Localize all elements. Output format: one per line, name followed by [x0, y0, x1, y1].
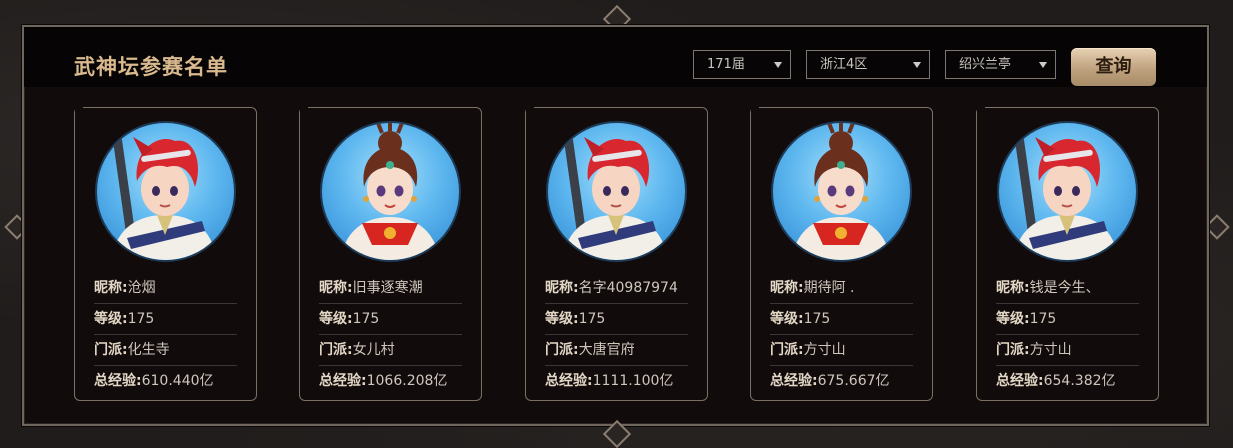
- nickname-row: 昵称:钱是今生、: [996, 273, 1139, 304]
- red-haired-boy-icon: [111, 129, 217, 260]
- server-select-value: 浙江4区: [820, 57, 868, 72]
- session-select[interactable]: 171届: [693, 50, 791, 79]
- sect-row: 门派:女儿村: [319, 335, 462, 366]
- server-select[interactable]: 浙江4区: [806, 50, 930, 79]
- player-card: 昵称:旧事逐寒潮 等级:175 门派:女儿村 总经验:1066.208亿: [299, 107, 482, 401]
- sect-label: 门派:: [770, 342, 804, 358]
- sect-label: 门派:: [94, 342, 128, 358]
- exp-label: 总经验:: [94, 373, 142, 389]
- nickname-value: 名字40987974: [578, 280, 678, 296]
- chevron-down-icon: [1039, 62, 1047, 68]
- player-avatar: [95, 121, 236, 262]
- level-value: 175: [1029, 311, 1057, 327]
- roster-panel: 武神坛参赛名单 171届 浙江4区 绍兴兰亭 查询 昵称:沧烟 等级:175 门…: [22, 25, 1209, 426]
- nickname-value: 沧烟: [127, 280, 156, 296]
- sect-value: 方寸山: [803, 342, 846, 358]
- player-card: 昵称:沧烟 等级:175 门派:化生寺 总经验:610.440亿: [74, 107, 257, 401]
- nickname-row: 昵称:沧烟: [94, 273, 237, 304]
- girl-with-bun-icon: [791, 123, 891, 260]
- query-button[interactable]: 查询: [1071, 48, 1156, 86]
- level-label: 等级:: [770, 311, 804, 327]
- sect-value: 方寸山: [1029, 342, 1072, 358]
- chevron-down-icon: [774, 62, 782, 68]
- nickname-label: 昵称:: [94, 280, 128, 296]
- subserver-select-value: 绍兴兰亭: [959, 57, 1012, 72]
- player-card: 昵称:期待阿 . 等级:175 门派:方寸山 总经验:675.667亿: [750, 107, 933, 401]
- sect-row: 门派:方寸山: [770, 335, 913, 366]
- exp-row: 总经验:610.440亿: [94, 366, 237, 397]
- sect-value: 女儿村: [352, 342, 395, 358]
- nickname-value: 旧事逐寒潮: [352, 280, 423, 296]
- exp-value: 1066.208亿: [366, 373, 448, 389]
- exp-row: 总经验:1066.208亿: [319, 366, 462, 397]
- exp-label: 总经验:: [996, 373, 1044, 389]
- chevron-down-icon: [913, 62, 921, 68]
- level-row: 等级:175: [319, 304, 462, 335]
- sect-row: 门派:方寸山: [996, 335, 1139, 366]
- nickname-value: 期待阿 .: [803, 280, 855, 296]
- exp-label: 总经验:: [770, 373, 818, 389]
- level-row: 等级:175: [770, 304, 913, 335]
- exp-row: 总经验:675.667亿: [770, 366, 913, 397]
- nickname-row: 昵称:名字40987974: [545, 273, 688, 304]
- level-label: 等级:: [545, 311, 579, 327]
- player-avatar: [771, 121, 912, 262]
- player-avatar: [997, 121, 1138, 262]
- exp-row: 总经验:1111.100亿: [545, 366, 688, 397]
- level-label: 等级:: [319, 311, 353, 327]
- level-value: 175: [127, 311, 155, 327]
- exp-row: 总经验:654.382亿: [996, 366, 1139, 397]
- nickname-label: 昵称:: [319, 280, 353, 296]
- sect-value: 化生寺: [127, 342, 170, 358]
- session-select-value: 171届: [707, 57, 745, 72]
- nickname-row: 昵称:期待阿 .: [770, 273, 913, 304]
- level-row: 等级:175: [94, 304, 237, 335]
- sect-label: 门派:: [545, 342, 579, 358]
- exp-label: 总经验:: [319, 373, 367, 389]
- subserver-select[interactable]: 绍兴兰亭: [945, 50, 1056, 79]
- page-title: 武神坛参赛名单: [74, 55, 228, 79]
- nickname-row: 昵称:旧事逐寒潮: [319, 273, 462, 304]
- level-label: 等级:: [94, 311, 128, 327]
- exp-label: 总经验:: [545, 373, 593, 389]
- player-card: 昵称:名字40987974 等级:175 门派:大唐官府 总经验:1111.10…: [525, 107, 708, 401]
- player-card: 昵称:钱是今生、 等级:175 门派:方寸山 总经验:654.382亿: [976, 107, 1159, 401]
- level-row: 等级:175: [996, 304, 1139, 335]
- sect-value: 大唐官府: [578, 342, 635, 358]
- player-avatar: [546, 121, 687, 262]
- level-row: 等级:175: [545, 304, 688, 335]
- exp-value: 610.440亿: [141, 373, 214, 389]
- red-haired-boy-icon: [1013, 129, 1119, 260]
- exp-value: 654.382亿: [1043, 373, 1116, 389]
- level-value: 175: [352, 311, 380, 327]
- panel-header: 武神坛参赛名单 171届 浙江4区 绍兴兰亭 查询: [24, 27, 1207, 87]
- exp-value: 675.667亿: [817, 373, 890, 389]
- sect-label: 门派:: [996, 342, 1030, 358]
- sect-row: 门派:化生寺: [94, 335, 237, 366]
- level-value: 175: [578, 311, 606, 327]
- player-avatar: [320, 121, 461, 262]
- sect-row: 门派:大唐官府: [545, 335, 688, 366]
- nickname-value: 钱是今生、: [1029, 280, 1100, 296]
- girl-with-bun-icon: [340, 123, 440, 260]
- level-value: 175: [803, 311, 831, 327]
- nickname-label: 昵称:: [770, 280, 804, 296]
- level-label: 等级:: [996, 311, 1030, 327]
- sect-label: 门派:: [319, 342, 353, 358]
- exp-value: 1111.100亿: [592, 373, 674, 389]
- nickname-label: 昵称:: [996, 280, 1030, 296]
- nickname-label: 昵称:: [545, 280, 579, 296]
- red-haired-boy-icon: [562, 129, 668, 260]
